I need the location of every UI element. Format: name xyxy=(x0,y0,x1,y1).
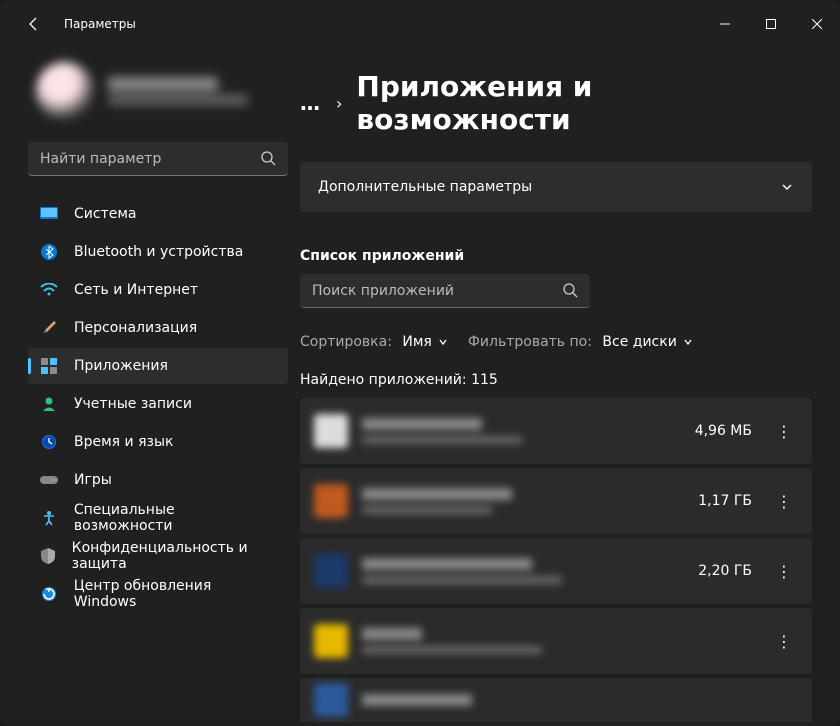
sidebar-item-network[interactable]: Сеть и Интернет xyxy=(28,272,288,308)
sidebar-item-bluetooth[interactable]: Bluetooth и устройства xyxy=(28,234,288,270)
search-input[interactable] xyxy=(28,142,288,176)
apps-icon xyxy=(40,357,58,375)
app-icon xyxy=(314,683,348,717)
chevron-down-icon xyxy=(780,180,794,194)
sidebar-item-label: Специальные возможности xyxy=(74,502,276,534)
window-title: Параметры xyxy=(64,17,136,31)
chevron-right-icon: › xyxy=(336,94,342,113)
app-row[interactable] xyxy=(300,678,812,722)
sidebar-item-privacy[interactable]: Конфиденциальность и защита xyxy=(28,538,288,574)
close-button[interactable] xyxy=(794,8,840,40)
brush-icon xyxy=(40,319,58,337)
avatar xyxy=(36,62,94,120)
sidebar-item-label: Сеть и Интернет xyxy=(74,282,198,298)
app-more-button[interactable]: ⋮ xyxy=(766,553,802,589)
app-more-button[interactable]: ⋮ xyxy=(766,483,802,519)
filter-label: Фильтровать по: xyxy=(468,334,592,350)
app-icon xyxy=(314,414,348,448)
page-title: Приложения и возможности xyxy=(356,70,812,136)
sidebar-item-label: Конфиденциальность и защита xyxy=(72,540,276,572)
user-profile[interactable] xyxy=(28,48,288,138)
sidebar-item-apps[interactable]: Приложения xyxy=(28,348,288,384)
breadcrumb-more-button[interactable]: … xyxy=(300,91,322,115)
accessibility-icon xyxy=(40,509,58,527)
app-more-button[interactable]: ⋮ xyxy=(766,623,802,659)
update-icon xyxy=(40,585,58,603)
app-size: 4,96 МБ xyxy=(695,423,752,439)
search-icon xyxy=(260,150,276,166)
minimize-button[interactable] xyxy=(702,8,748,40)
app-size: 1,17 ГБ xyxy=(698,493,752,509)
sidebar-item-update[interactable]: Центр обновления Windows xyxy=(28,576,288,612)
search-icon xyxy=(562,282,578,298)
sidebar-item-label: Приложения xyxy=(74,358,168,374)
sidebar-item-accessibility[interactable]: Специальные возможности xyxy=(28,500,288,536)
gaming-icon xyxy=(40,471,58,489)
sidebar-item-accounts[interactable]: Учетные записи xyxy=(28,386,288,422)
app-icon xyxy=(314,484,348,518)
sidebar-item-label: Время и язык xyxy=(74,434,173,450)
sidebar-item-label: Игры xyxy=(74,472,112,488)
app-row[interactable]: 4,96 МБ ⋮ xyxy=(300,398,812,464)
filter-dropdown[interactable]: Все диски xyxy=(602,334,692,350)
app-list-header: Список приложений xyxy=(300,248,812,264)
app-icon xyxy=(314,554,348,588)
sort-label: Сортировка: xyxy=(300,334,392,350)
sidebar: Система Bluetooth и устройства Сеть и Ин… xyxy=(0,48,300,726)
app-row[interactable]: 1,17 ГБ ⋮ xyxy=(300,468,812,534)
app-search-input[interactable] xyxy=(300,274,590,308)
user-icon xyxy=(40,395,58,413)
sidebar-item-label: Система xyxy=(74,206,136,222)
wifi-icon xyxy=(40,281,58,299)
breadcrumb: … › Приложения и возможности xyxy=(300,70,812,136)
app-size: 2,20 ГБ xyxy=(698,563,752,579)
sidebar-item-label: Bluetooth и устройства xyxy=(74,244,243,260)
sidebar-item-label: Учетные записи xyxy=(74,396,192,412)
expander-label: Дополнительные параметры xyxy=(318,179,532,195)
apps-count: Найдено приложений: 115 xyxy=(300,372,812,388)
app-icon xyxy=(314,624,348,658)
system-icon xyxy=(40,205,58,223)
sidebar-item-personalization[interactable]: Персонализация xyxy=(28,310,288,346)
app-row[interactable]: 2,20 ГБ ⋮ xyxy=(300,538,812,604)
clock-icon xyxy=(40,433,58,451)
main-content: … › Приложения и возможности Дополнитель… xyxy=(300,48,840,726)
settings-search[interactable] xyxy=(28,142,288,176)
sort-dropdown[interactable]: Имя xyxy=(402,334,447,350)
nav: Система Bluetooth и устройства Сеть и Ин… xyxy=(28,196,288,612)
sidebar-item-time[interactable]: Время и язык xyxy=(28,424,288,460)
sidebar-item-system[interactable]: Система xyxy=(28,196,288,232)
sidebar-item-label: Персонализация xyxy=(74,320,197,336)
sidebar-item-label: Центр обновления Windows xyxy=(74,578,276,610)
titlebar: Параметры xyxy=(0,0,840,48)
app-row[interactable]: ⋮ xyxy=(300,608,812,674)
filters-row: Сортировка: Имя Фильтровать по: Все диск… xyxy=(300,334,812,350)
maximize-button[interactable] xyxy=(748,8,794,40)
apps-list: 4,96 МБ ⋮ 1,17 ГБ ⋮ 2,20 ГБ ⋮ xyxy=(300,398,812,722)
bluetooth-icon xyxy=(40,243,58,261)
sidebar-item-gaming[interactable]: Игры xyxy=(28,462,288,498)
back-button[interactable] xyxy=(16,6,52,42)
more-settings-expander[interactable]: Дополнительные параметры xyxy=(300,162,812,212)
app-search[interactable] xyxy=(300,274,590,308)
app-more-button[interactable]: ⋮ xyxy=(766,413,802,449)
shield-icon xyxy=(40,547,56,565)
